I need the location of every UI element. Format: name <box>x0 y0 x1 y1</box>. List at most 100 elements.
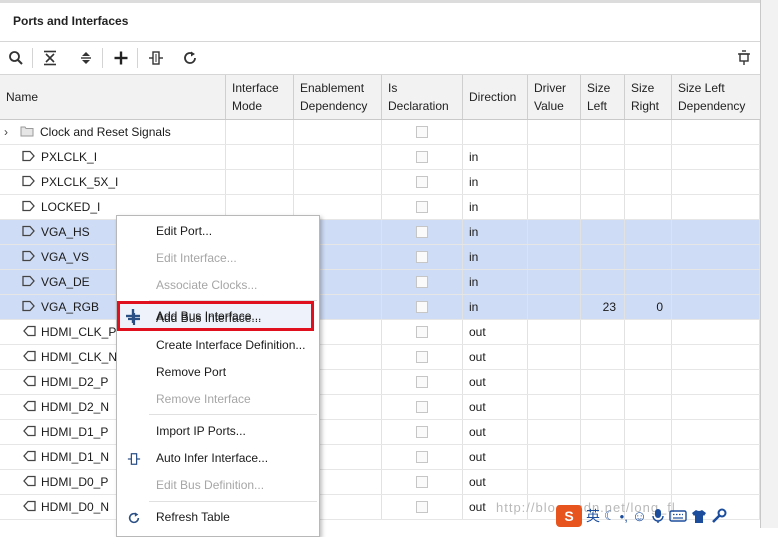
is-declaration-checkbox[interactable] <box>416 401 428 413</box>
menu-item-refresh-table[interactable]: Refresh Table <box>117 504 319 531</box>
table-row[interactable]: PXLCLK_5X_I in <box>0 170 760 195</box>
menu-item-edit-interface[interactable]: Edit Interface... <box>117 245 319 272</box>
cell-size-right <box>625 320 672 344</box>
add-icon[interactable] <box>109 46 133 70</box>
cell-empty <box>672 470 760 494</box>
collapse-all-icon[interactable] <box>38 46 62 70</box>
sogou-logo-icon[interactable]: S <box>556 505 582 527</box>
expand-chevron-icon[interactable]: › <box>4 120 18 144</box>
table-row[interactable]: HDMI_CLK_P out <box>0 320 760 345</box>
is-declaration-checkbox[interactable] <box>416 476 428 488</box>
port-name: Clock and Reset Signals <box>40 125 171 139</box>
cell-size-right <box>625 245 672 269</box>
menu-item-import-ip-ports[interactable]: Import IP Ports... <box>117 418 319 445</box>
is-declaration-checkbox[interactable] <box>416 351 428 363</box>
column-header-name[interactable]: Name <box>0 75 226 119</box>
port-name: HDMI_D1_N <box>41 450 110 464</box>
table-row[interactable]: HDMI_D0_P out <box>0 470 760 495</box>
cell-direction: out <box>463 345 528 369</box>
moon-icon[interactable]: ☾ <box>604 508 616 524</box>
port-name: VGA_RGB <box>41 300 100 314</box>
column-header-size-left-dependency[interactable]: Size Left Dependency <box>672 75 760 119</box>
cell-size-left <box>581 445 625 469</box>
table-row[interactable]: PXLCLK_I in <box>0 145 760 170</box>
column-header-interface-mode[interactable]: Interface Mode <box>226 75 294 119</box>
refresh-icon[interactable] <box>178 46 202 70</box>
cell-size-right <box>625 370 672 394</box>
column-header-size-left[interactable]: Size Left <box>581 75 625 119</box>
is-declaration-checkbox[interactable] <box>416 176 428 188</box>
cell-empty <box>294 145 382 169</box>
table-row[interactable]: LOCKED_I in <box>0 195 760 220</box>
table-row[interactable]: HDMI_D1_P out <box>0 420 760 445</box>
table-row[interactable]: VGA_RGB in 23 0 <box>0 295 760 320</box>
column-header-size-right[interactable]: Size Right <box>625 75 672 119</box>
skin-shirt-icon[interactable] <box>691 508 707 524</box>
cell-empty <box>528 195 581 219</box>
table-row[interactable]: VGA_HS in <box>0 220 760 245</box>
menu-item-edit-port[interactable]: Edit Port... <box>117 218 319 245</box>
cell-empty <box>672 220 760 244</box>
keyboard-icon[interactable] <box>669 509 687 523</box>
menu-item-remove-interface[interactable]: Remove Interface <box>117 386 319 413</box>
table-row[interactable]: VGA_VS in <box>0 245 760 270</box>
input-port-icon <box>22 150 35 162</box>
menu-item-auto-infer-interface[interactable]: Auto Infer Interface... <box>117 445 319 472</box>
cell-empty <box>672 295 760 319</box>
is-declaration-checkbox[interactable] <box>416 426 428 438</box>
is-declaration-checkbox[interactable] <box>416 276 428 288</box>
search-icon[interactable] <box>4 46 28 70</box>
pin-icon[interactable] <box>732 46 756 70</box>
dot-icon[interactable]: •, <box>620 509 628 524</box>
cell-empty <box>672 245 760 269</box>
bus-interface-icon[interactable] <box>144 46 168 70</box>
menu-item-associate-clocks[interactable]: Associate Clocks... <box>117 272 319 299</box>
bus-interface-icon <box>126 451 142 467</box>
is-declaration-checkbox[interactable] <box>416 201 428 213</box>
input-port-icon <box>22 300 35 312</box>
cell-empty <box>528 370 581 394</box>
table-row[interactable]: HDMI_CLK_N out <box>0 345 760 370</box>
column-header-enablement-dependency[interactable]: Enablement Dependency <box>294 75 382 119</box>
panel-header: Ports and Interfaces <box>0 3 760 42</box>
is-declaration-checkbox[interactable] <box>416 151 428 163</box>
input-port-icon <box>22 250 35 262</box>
menu-item-edit-bus-definition[interactable]: Edit Bus Definition... <box>117 472 319 499</box>
add-bus-interface-label[interactable]: Add Bus Interface... <box>156 309 261 323</box>
ime-language-label[interactable]: 英 <box>586 506 600 526</box>
emoji-icon[interactable]: ☺ <box>632 508 647 525</box>
wrench-icon[interactable] <box>711 508 727 524</box>
cell-empty <box>672 420 760 444</box>
table-row[interactable]: HDMI_D2_N out <box>0 395 760 420</box>
column-header-is-declaration[interactable]: Is Declaration <box>382 75 463 119</box>
is-declaration-checkbox[interactable] <box>416 126 428 138</box>
panel-title: Ports and Interfaces <box>13 14 129 28</box>
microphone-icon[interactable] <box>651 508 665 524</box>
menu-item-remove-port[interactable]: Remove Port <box>117 359 319 386</box>
table-row[interactable]: › Clock and Reset Signals <box>0 120 760 145</box>
is-declaration-checkbox[interactable] <box>416 501 428 513</box>
table-row[interactable]: VGA_DE in <box>0 270 760 295</box>
is-declaration-checkbox[interactable] <box>416 226 428 238</box>
cell-empty <box>528 445 581 469</box>
cell-size-right <box>625 195 672 219</box>
cell-size-left <box>581 320 625 344</box>
cell-empty <box>226 145 294 169</box>
column-header-direction[interactable]: Direction <box>463 75 528 119</box>
cell-empty <box>528 295 581 319</box>
is-declaration-checkbox[interactable] <box>416 326 428 338</box>
is-declaration-checkbox[interactable] <box>416 451 428 463</box>
cell-empty <box>672 145 760 169</box>
is-declaration-checkbox[interactable] <box>416 376 428 388</box>
toolbar <box>0 42 760 75</box>
is-declaration-checkbox[interactable] <box>416 301 428 313</box>
table-row[interactable]: HDMI_D1_N out <box>0 445 760 470</box>
table-row[interactable]: HDMI_D2_P out <box>0 370 760 395</box>
menu-item-create-interface-definition[interactable]: Create Interface Definition... <box>117 332 319 359</box>
cell-empty <box>672 195 760 219</box>
column-header-driver-value[interactable]: Driver Value <box>528 75 581 119</box>
expand-all-icon[interactable] <box>74 46 98 70</box>
cell-size-left <box>581 170 625 194</box>
cell-size-left <box>581 345 625 369</box>
is-declaration-checkbox[interactable] <box>416 251 428 263</box>
